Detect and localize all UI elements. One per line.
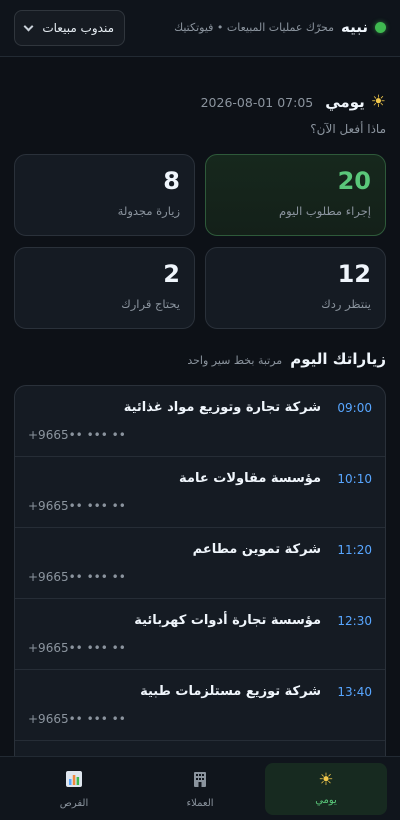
stat-label: يحتاج قرارك [121,296,180,311]
visit-time: 10:10 [337,472,372,486]
nav-item-daily[interactable]: ☀ يومي [265,763,387,815]
current-datetime: 2026-08-01 07:05 [200,94,314,110]
visit-company: شركة توزيع مستلزمات طبية [140,684,321,699]
stat-value: 20 [337,167,371,195]
list-item[interactable]: 09:00 شركة تجارة وتوزيع مواد غذائية +966… [15,386,385,457]
visit-phone[interactable]: +9665•• ••• •• [28,499,126,513]
stat-card-scheduled-visits[interactable]: 8 زيارة مجدولة [14,154,195,236]
section-title: زياراتك اليوم [290,350,386,368]
role-select-value: مندوب مبيعات [42,21,114,35]
sun-icon: ☀ [370,91,386,112]
chart-icon [65,770,83,792]
stat-value: 12 [337,260,371,288]
visit-phone[interactable]: +9665•• ••• •• [28,428,126,442]
stat-label: إجراء مطلوب اليوم [279,203,371,218]
stat-card-needs-decision[interactable]: 2 يحتاج قرارك [14,247,195,329]
visit-company: شركة تجارة وتوزيع مواد غذائية [123,400,321,415]
visit-phone[interactable]: +9665•• ••• •• [28,641,126,655]
nav-label: العملاء [186,797,214,809]
nav-label: الفرص [59,797,89,809]
brand: نبيه محرّك عمليات المبيعات • فيوتكتيك [174,18,386,36]
nav-item-clients[interactable]: العملاء [139,763,261,815]
list-item[interactable]: 12:30 مؤسسة تجارة أدوات كهربائية +9665••… [15,599,385,670]
visit-time: 13:40 [337,685,372,699]
role-select[interactable]: مندوب مبيعات [14,10,125,46]
stat-value: 2 [163,260,180,288]
stat-card-actions-due[interactable]: 20 إجراء مطلوب اليوم [205,154,386,236]
chevron-down-icon [23,21,34,31]
nav-item-opportunities[interactable]: الفرص [13,763,135,815]
brand-name: نبيه [341,18,368,36]
list-item[interactable]: 10:10 مؤسسة مقاولات عامة +9665•• ••• •• [15,457,385,528]
list-item[interactable]: 13:40 شركة توزيع مستلزمات طبية +9665•• •… [15,670,385,741]
visit-phone[interactable]: +9665•• ••• •• [28,570,126,584]
day-heading: ☀ يومي 2026-08-01 07:05 [201,93,386,111]
list-item[interactable]: 11:20 شركة تموين مطاعم +9665•• ••• •• [15,528,385,599]
stat-label: زيارة مجدولة [117,203,180,218]
stat-value: 8 [163,167,180,195]
visit-company: مؤسسة مقاولات عامة [179,471,321,486]
visits-list[interactable]: 09:00 شركة تجارة وتوزيع مواد غذائية +966… [14,385,386,756]
bottom-nav: ☀ يومي العملاء الفرص [0,756,400,820]
section-subtitle: مرتبة بخط سير واحد [187,354,283,367]
stat-card-awaiting-reply[interactable]: 12 ينتظر ردك [205,247,386,329]
visit-phone[interactable]: +9665•• ••• •• [28,712,126,726]
visit-company: مؤسسة تجارة أدوات كهربائية [134,613,321,628]
page-title: يومي [325,93,365,111]
visit-company: شركة تموين مطاعم [192,542,321,557]
nav-label: يومي [315,795,337,806]
visits-section-header: زياراتك اليوم مرتبة بخط سير واحد [187,350,386,368]
visit-time: 09:00 [337,401,372,415]
stat-label: ينتظر ردك [321,296,371,311]
building-icon [191,770,209,792]
page-subtitle: ماذا أفعل الآن؟ [310,122,386,136]
app-header: نبيه محرّك عمليات المبيعات • فيوتكتيك من… [0,0,400,57]
visit-time: 11:20 [337,543,372,557]
brand-tagline: محرّك عمليات المبيعات • فيوتكتيك [174,20,335,34]
sun-icon: ☀ [318,770,334,790]
visit-time: 12:30 [337,614,372,628]
online-status-icon [375,21,386,33]
